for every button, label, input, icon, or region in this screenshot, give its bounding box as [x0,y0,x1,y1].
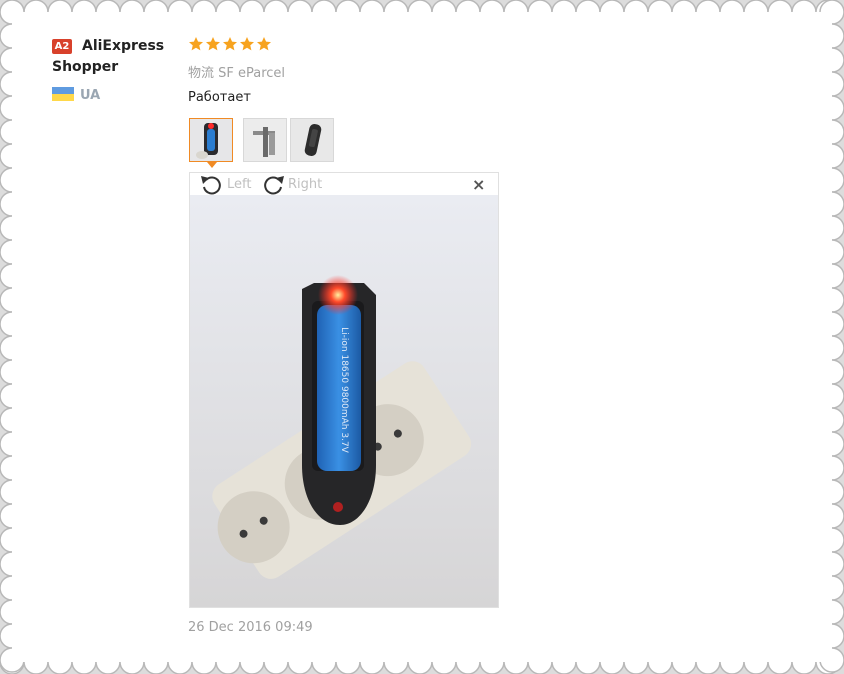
rotate-left-icon [201,176,221,195]
star-icon [240,37,254,51]
flag-icon [52,87,74,101]
thumbnail-3[interactable] [290,118,334,162]
user-name: AliExpress Shopper [52,38,165,75]
rotate-left-label: Left [227,176,252,192]
selected-thumbnail-caret [207,162,217,168]
star-rating [188,36,272,56]
star-icon [189,37,203,51]
rotate-left-button[interactable]: Left [199,172,251,196]
review-date: 26 Dec 2016 09:49 [188,620,313,635]
thumbnail-2[interactable] [243,118,287,162]
review-text: Работает [188,90,251,105]
review-photo: Li-ion 18650 9800mAh 3.7V [190,195,498,607]
logistics-info: 物流 SF eParcel [188,66,286,81]
user-country: UA [80,88,101,103]
star-icon [206,37,220,51]
star-icon [257,37,271,51]
rotate-right-label: Right [288,176,323,192]
close-viewer-button[interactable]: × [472,176,485,194]
battery-label: Li-ion 18650 9800mAh 3.7V [339,327,349,454]
rotate-right-button[interactable]: Right [260,172,322,196]
star-icon [223,37,237,51]
rotate-right-icon [264,176,284,195]
thumbnail-1[interactable] [189,118,233,162]
